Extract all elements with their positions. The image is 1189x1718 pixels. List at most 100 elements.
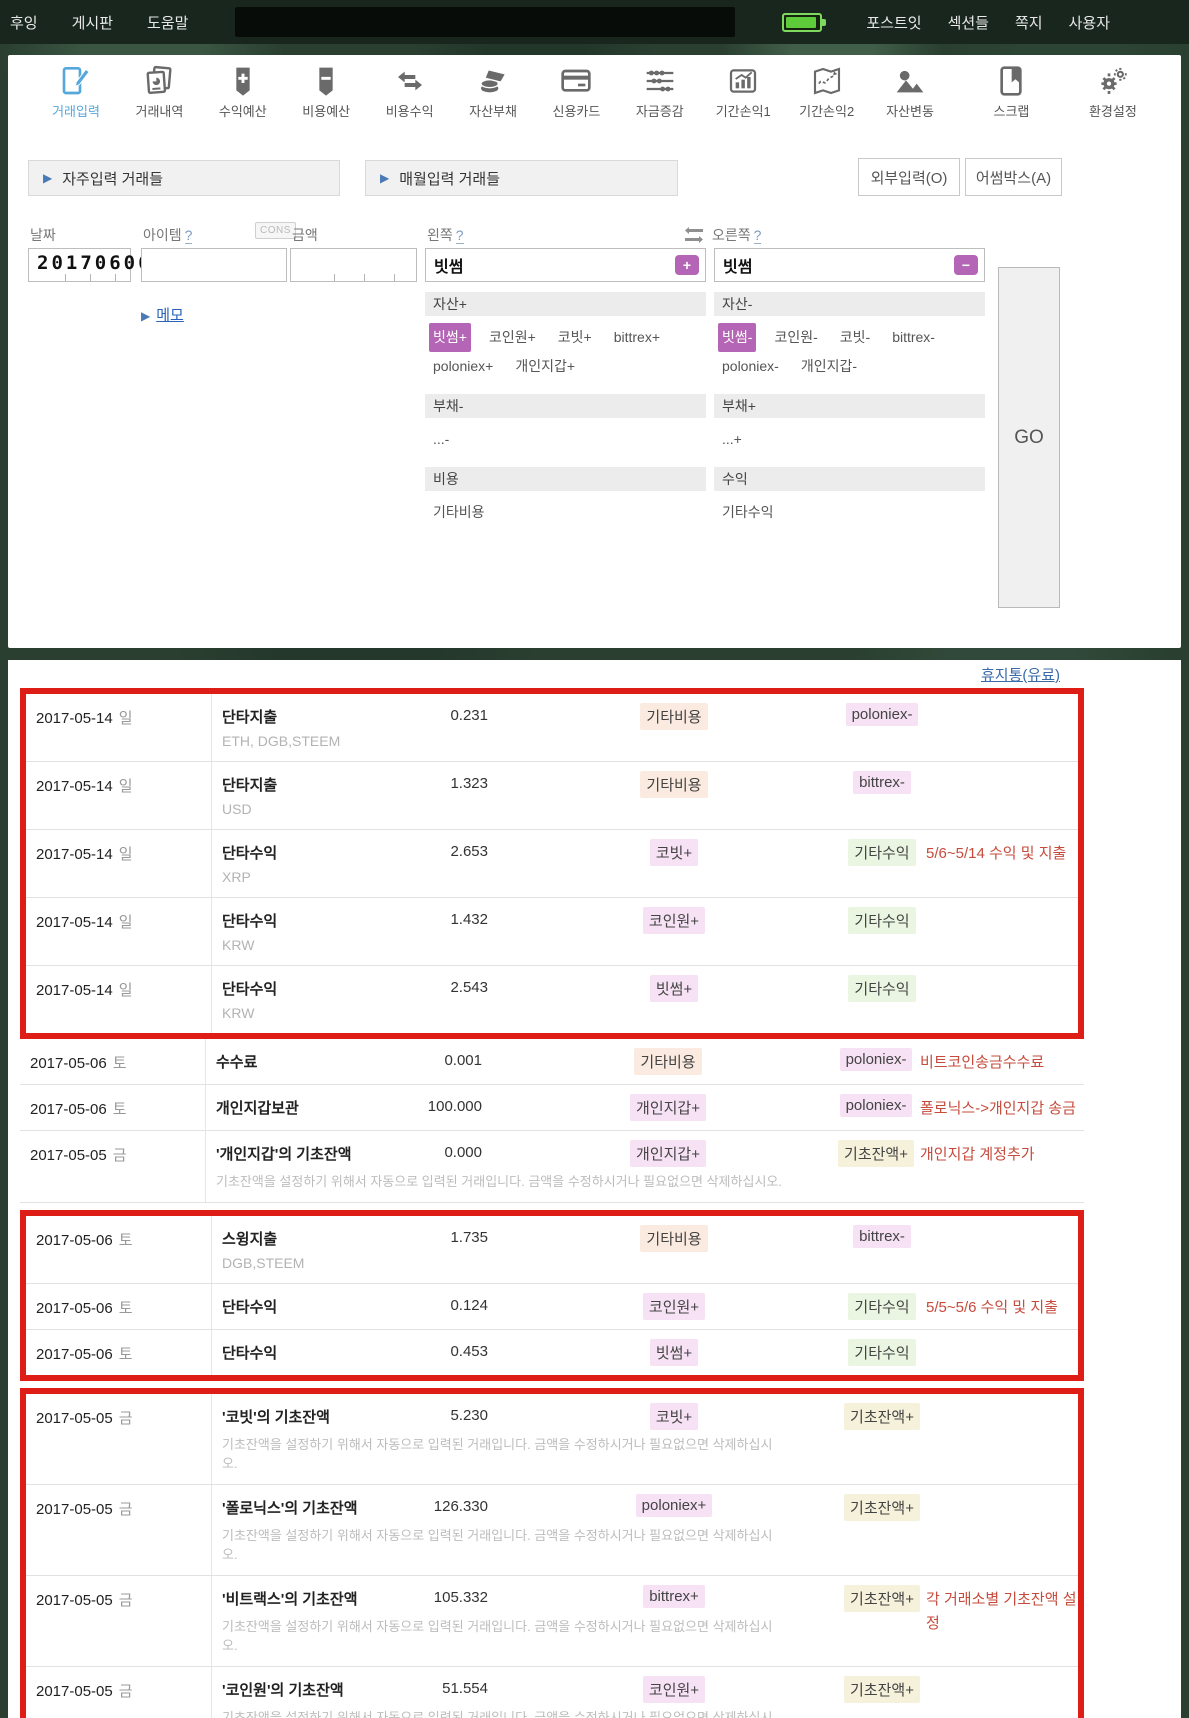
annotation-red-box: 2017-05-14 일 단타지출 ETH, DGB,STEEM 0.231 기타비용 po…: [20, 688, 1084, 1039]
transaction-row[interactable]: 2017-05-06 토 개인지갑보관 100.000 개인지갑+ poloniex- 폴로…: [20, 1085, 1084, 1131]
transaction-row[interactable]: 2017-05-05 금 '폴로닉스'의 기초잔액 기초잔액을 설정하기 위해서 자동…: [26, 1485, 1078, 1576]
go-button[interactable]: GO: [998, 267, 1060, 608]
transaction-row[interactable]: 2017-05-14 일 단타수익 KRW 2.543 빗썸+ 기타수익: [26, 966, 1078, 1033]
frequent-transactions-panel[interactable]: ▶ 자주입력 거래들: [28, 160, 340, 196]
transaction-day: 일: [118, 914, 133, 931]
right-group-chips: ...+: [714, 425, 985, 454]
transaction-row[interactable]: 2017-05-06 토 단타수익 0.453 빗썸+ 기타수익: [26, 1330, 1078, 1375]
transaction-row[interactable]: 2017-05-05 금 '코인원'의 기초잔액 기초잔액을 설정하기 위해서 자동으…: [26, 1667, 1078, 1718]
transaction-row[interactable]: 2017-05-06 토 스윙지출 DGB,STEEM 1.735 기타비용 bittrex…: [26, 1216, 1078, 1284]
top-nav-right-item-2[interactable]: 쪽지: [1015, 12, 1043, 33]
left-category-chip-0-5[interactable]: 개인지갑+: [511, 352, 579, 381]
amount-input[interactable]: [290, 248, 417, 282]
date-input[interactable]: 20170606: [28, 248, 150, 282]
badge-text: 기타수익: [848, 975, 916, 1002]
battery-icon: [782, 12, 827, 32]
left-account-badge: 개인지갑+: [588, 1140, 748, 1167]
left-group-chips: 기타비용: [425, 498, 706, 527]
top-nav-right-item-0[interactable]: 포스트잇: [866, 12, 921, 33]
gears-icon: [1097, 65, 1129, 97]
left-account-badge: 코빗+: [594, 839, 754, 866]
right-selector-group-0: 자산- 빗썸- 코인원- 코빗-bittrex-poloniex- 개인지갑-: [714, 292, 985, 381]
external-input-button[interactable]: 외부입력(O): [858, 158, 960, 196]
toolbar-item-8[interactable]: 기간손익1: [707, 65, 779, 131]
right-category-chip-1-0[interactable]: ...+: [718, 425, 746, 454]
right-category-chip-0-1[interactable]: 코인원-: [770, 323, 821, 352]
item-help-link[interactable]: ?: [184, 227, 193, 244]
transaction-row[interactable]: 2017-05-14 일 단타수익 KRW 1.432 코인원+ 기타수익: [26, 898, 1078, 966]
badge-text: 코빗+: [649, 839, 699, 866]
map-chart-icon: [811, 65, 843, 97]
item-input[interactable]: [141, 248, 287, 282]
toolbar-item-2[interactable]: 수익예산: [207, 65, 279, 131]
left-side-label: 왼쪽?: [427, 227, 464, 244]
transaction-row[interactable]: 2017-05-05 금 '비트랙스'의 기초잔액 기초잔액을 설정하기 위해서 자동…: [26, 1576, 1078, 1667]
left-category-chip-0-0[interactable]: 빗썸+: [429, 323, 471, 352]
left-category-chip-2-0[interactable]: 기타비용: [429, 498, 489, 527]
transaction-amount: 0.453: [450, 1343, 488, 1360]
triangle-icon: ▶: [380, 171, 390, 185]
toolbar-item-9[interactable]: 기간손익2: [791, 65, 863, 131]
left-category-chip-0-4[interactable]: poloniex+: [429, 352, 497, 381]
right-category-chip-0-2[interactable]: 코빗-: [836, 323, 874, 352]
right-account-badge: bittrex-: [802, 771, 962, 794]
right-help-link[interactable]: ?: [753, 227, 762, 244]
right-remove-button[interactable]: −: [954, 255, 978, 275]
toolbar-item-4[interactable]: 비용수익: [374, 65, 446, 131]
awesome-box-button[interactable]: 어썸박스(A): [965, 158, 1062, 196]
toolbar-item-12[interactable]: 환경설정: [1077, 65, 1149, 131]
badge-text: 기타수익: [848, 839, 916, 866]
transaction-date: 2017-05-05 금: [20, 1131, 206, 1202]
memo-link[interactable]: ▶ 메모: [141, 304, 184, 325]
left-category-chip-0-1[interactable]: 코인원+: [485, 323, 540, 352]
swap-sides-icon[interactable]: [684, 227, 704, 243]
left-category-chip-0-2[interactable]: 코빗+: [554, 323, 596, 352]
transaction-amount: 0.001: [444, 1052, 482, 1069]
top-nav-right-item-3[interactable]: 사용자: [1069, 12, 1110, 33]
toolbar-item-3[interactable]: 비용예산: [290, 65, 362, 131]
right-account-select[interactable]: 빗썸 −: [714, 248, 985, 282]
toolbar-item-11[interactable]: 스크랩: [975, 65, 1047, 131]
left-account-badge: 개인지갑+: [588, 1094, 748, 1121]
transaction-row[interactable]: 2017-05-05 금 '코빗'의 기초잔액 기초잔액을 설정하기 위해서 자동으로…: [26, 1394, 1078, 1485]
toolbar-item-5[interactable]: 자산부채: [457, 65, 529, 131]
badge-text: poloniex-: [839, 1048, 913, 1071]
transaction-row[interactable]: 2017-05-14 일 단타지출 ETH, DGB,STEEM 0.231 기타비용 po…: [26, 694, 1078, 762]
top-nav-right-item-1[interactable]: 섹션들: [948, 12, 989, 33]
toolbar-item-label: 비용예산: [302, 104, 351, 119]
right-category-chip-0-4[interactable]: poloniex-: [718, 352, 783, 381]
toolbar-item-0[interactable]: 거래입력: [40, 65, 112, 131]
toolbar-item-6[interactable]: 신용카드: [540, 65, 612, 131]
left-help-link[interactable]: ?: [455, 227, 464, 244]
coins-icon: [477, 65, 509, 97]
top-nav-item-0[interactable]: 후잉: [10, 12, 38, 33]
transaction-row[interactable]: 2017-05-14 일 단타수익 XRP 2.653 코빗+ 기타수익 5/6~5/14 수…: [26, 830, 1078, 898]
left-category-chip-0-3[interactable]: bittrex+: [610, 323, 664, 352]
annotation-red-box: 2017-05-06 토 스윙지출 DGB,STEEM 1.735 기타비용 bittrex…: [20, 1210, 1084, 1381]
transaction-row[interactable]: 2017-05-06 토 수수료 0.001 기타비용 poloniex- 비트코인송금수수…: [20, 1039, 1084, 1085]
transaction-row[interactable]: 2017-05-14 일 단타지출 USD 1.323 기타비용 bittrex-: [26, 762, 1078, 830]
transaction-row[interactable]: 2017-05-06 토 단타수익 0.124 코인원+ 기타수익 5/5~5/6 수익 및…: [26, 1284, 1078, 1330]
monthly-transactions-panel[interactable]: ▶ 매월입력 거래들: [365, 160, 678, 196]
triangle-icon: ▶: [141, 309, 151, 323]
left-category-chip-1-0[interactable]: ...-: [429, 425, 453, 454]
toolbar-item-label: 스크랩: [993, 104, 1030, 119]
right-category-chip-0-0[interactable]: 빗썸-: [718, 323, 757, 352]
badge-text: 코인원+: [642, 907, 706, 934]
right-category-chip-2-0[interactable]: 기타수익: [718, 498, 778, 527]
right-account-badge: bittrex-: [802, 1225, 962, 1248]
right-category-chip-0-3[interactable]: bittrex-: [888, 323, 939, 352]
trash-link[interactable]: 휴지통(유료): [981, 664, 1060, 685]
transaction-amount: 0.000: [444, 1144, 482, 1161]
right-side-label: 오른쪽?: [712, 227, 762, 244]
left-group-header: 비용: [425, 467, 706, 491]
right-category-chip-0-5[interactable]: 개인지갑-: [797, 352, 861, 381]
top-nav-item-2[interactable]: 도움말: [147, 12, 188, 33]
toolbar-item-7[interactable]: 자금증감: [624, 65, 696, 131]
top-nav-item-1[interactable]: 게시판: [72, 12, 113, 33]
left-add-button[interactable]: +: [675, 255, 699, 275]
transaction-row[interactable]: 2017-05-05 금 '개인지갑'의 기초잔액 기초잔액을 설정하기 위해서 자동…: [20, 1131, 1084, 1203]
toolbar-item-1[interactable]: 거래내역: [123, 65, 195, 131]
toolbar-item-10[interactable]: 자산변동: [874, 65, 946, 131]
left-account-select[interactable]: 빗썸 +: [425, 248, 706, 282]
